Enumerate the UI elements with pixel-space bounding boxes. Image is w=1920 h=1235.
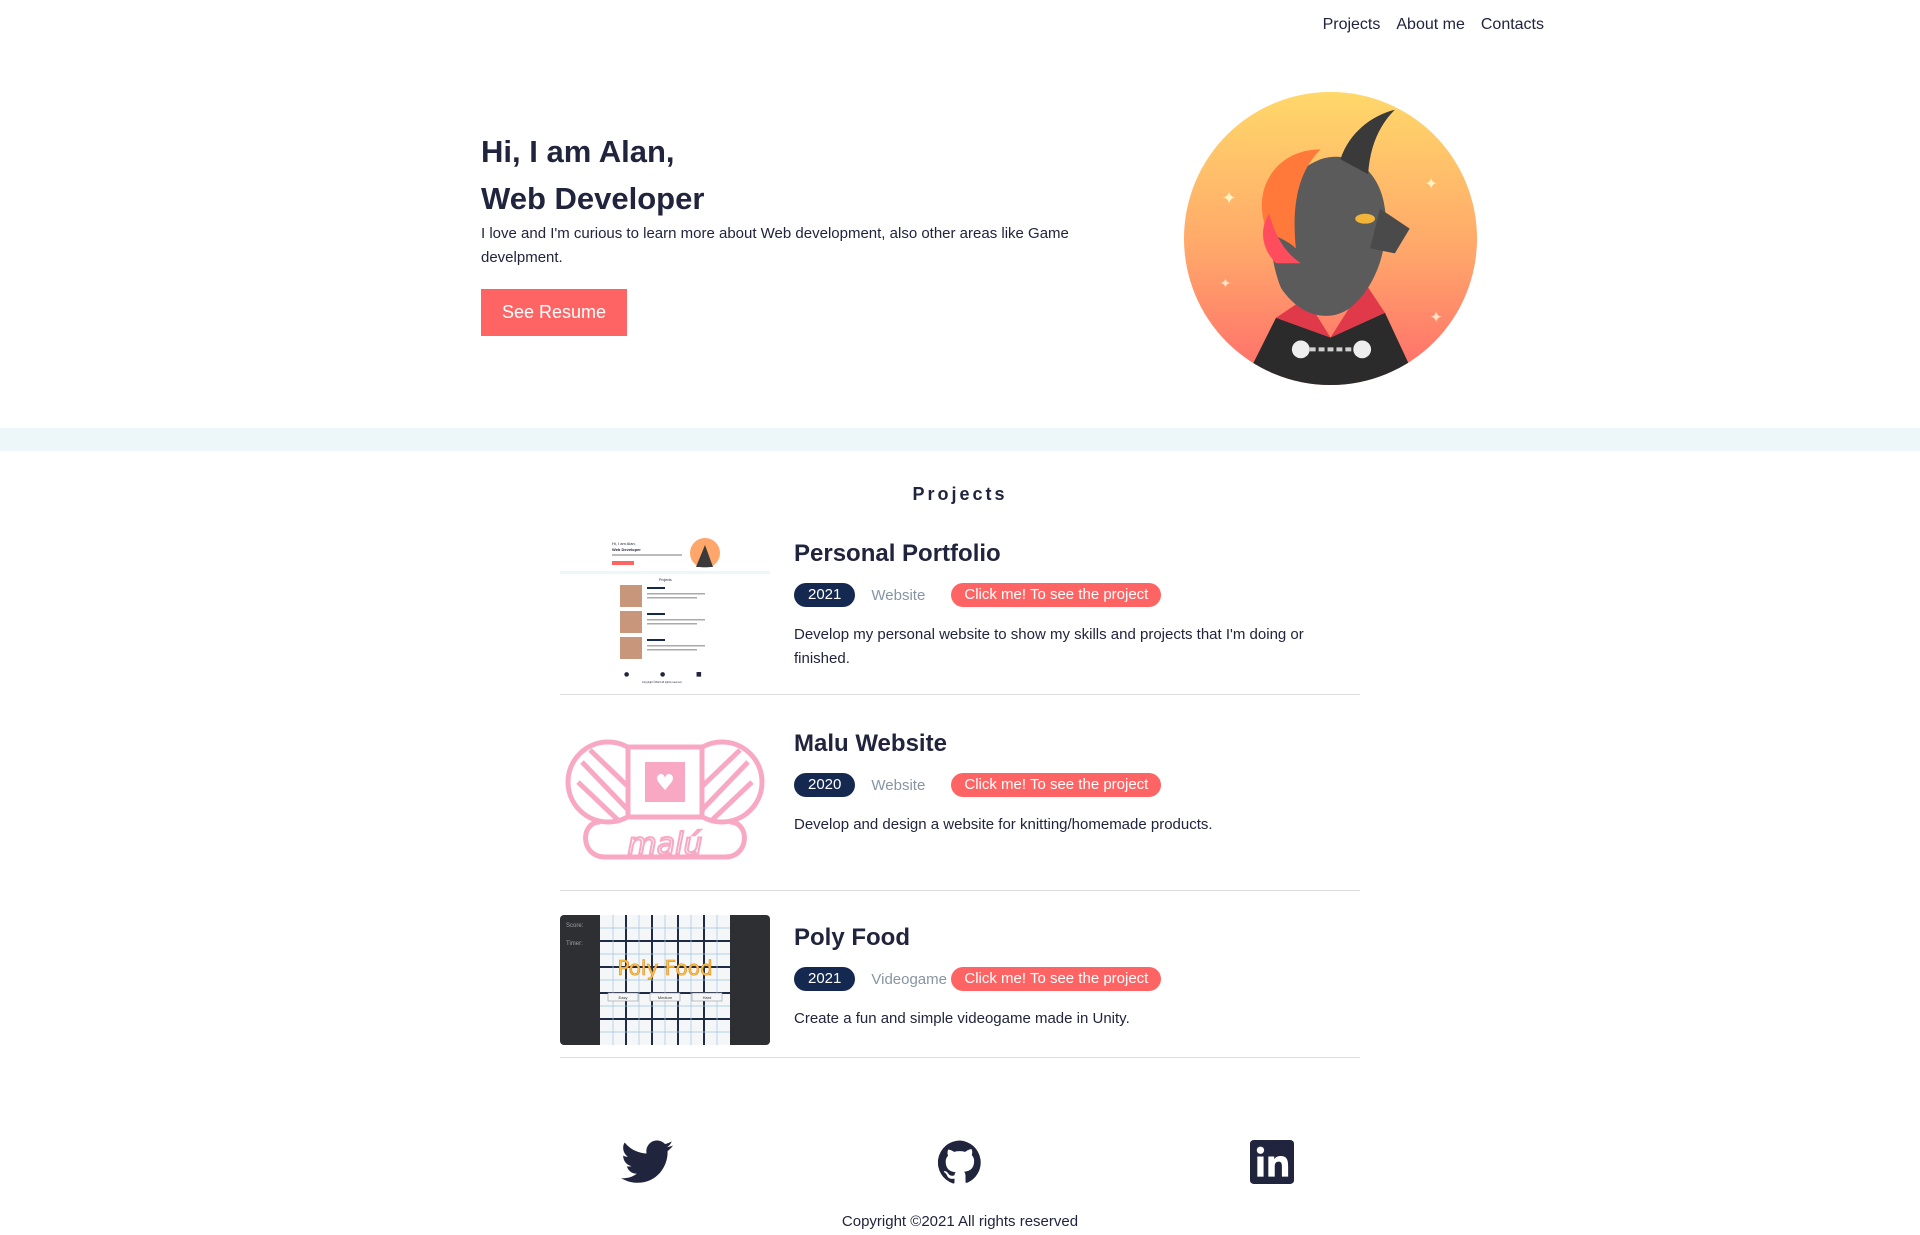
project-title: Personal Portfolio bbox=[794, 540, 1001, 567]
dragon-avatar-icon: ✦ ✦ ✦ ✦ bbox=[1183, 91, 1478, 386]
project-title: Poly Food bbox=[794, 924, 910, 951]
game-score-label: Score: bbox=[566, 923, 584, 929]
project-description: Develop my personal website to show my s… bbox=[794, 626, 1304, 667]
project-type: Website bbox=[871, 586, 926, 604]
game-hard-button: Hard bbox=[703, 995, 712, 1000]
game-easy-button: Easy bbox=[619, 995, 628, 1000]
hero-greeting: Hi, I am Alan, bbox=[481, 134, 675, 169]
svg-text:●: ● bbox=[660, 671, 665, 678]
project-thumbnail: Hi, I am Alan, Web Developer Projects ● … bbox=[560, 531, 770, 686]
project-meta: 2021 Videogame Click me! To see the proj… bbox=[794, 967, 1360, 991]
nav-contacts[interactable]: Contacts bbox=[1481, 16, 1544, 34]
poly-food-game-screenshot: Poly Food Easy Medium Hard Score: Timer: bbox=[560, 915, 770, 1045]
year-badge: 2021 bbox=[794, 967, 856, 991]
mini-hero-line1: Hi, I am Alan, bbox=[612, 541, 636, 546]
project-description: Create a fun and simple videogame made i… bbox=[794, 1010, 1130, 1027]
project-meta: 2021 Website Click me! To see the projec… bbox=[794, 583, 1360, 607]
game-logo-text: Poly Food bbox=[617, 956, 712, 980]
section-divider-band bbox=[0, 428, 1920, 451]
copyright-text: Copyright ©2021 All rights reserved bbox=[841, 1213, 1079, 1230]
project-card-malu-website: ♥ malú Malu Website 2020 Website Click m… bbox=[560, 695, 1360, 891]
svg-text:●: ● bbox=[624, 671, 629, 678]
see-project-button[interactable]: Click me! To see the project bbox=[951, 773, 1162, 797]
svg-text:♥: ♥ bbox=[655, 771, 675, 796]
game-medium-button: Medium bbox=[658, 995, 673, 1000]
svg-text:✦: ✦ bbox=[1222, 188, 1237, 209]
see-resume-button[interactable]: See Resume bbox=[481, 289, 627, 336]
project-info: Personal Portfolio 2021 Website Click me… bbox=[794, 539, 1360, 671]
hero-text: Hi, I am Alan, Web Developer I love and … bbox=[481, 128, 1141, 270]
mini-projects-heading: Projects bbox=[659, 578, 672, 582]
hero-role: Web Developer bbox=[481, 181, 705, 216]
project-card-poly-food: Poly Food Easy Medium Hard Score: Timer:… bbox=[560, 891, 1360, 1058]
game-timer-label: Timer: bbox=[566, 941, 583, 947]
portfolio-screenshot-thumb: Hi, I am Alan, Web Developer Projects ● … bbox=[560, 531, 770, 686]
project-meta: 2020 Website Click me! To see the projec… bbox=[794, 773, 1360, 797]
project-thumbnail: ♥ malú bbox=[560, 722, 770, 872]
project-card-personal-portfolio: Hi, I am Alan, Web Developer Projects ● … bbox=[560, 527, 1360, 695]
linkedin-icon[interactable] bbox=[1250, 1140, 1294, 1184]
github-icon[interactable] bbox=[938, 1140, 982, 1184]
project-title: Malu Website bbox=[794, 730, 947, 757]
malu-logo-icon: ♥ malú bbox=[565, 739, 765, 863]
project-type: Videogame bbox=[871, 970, 947, 988]
project-description: Develop and design a website for knittin… bbox=[794, 816, 1213, 833]
project-thumbnail: Poly Food Easy Medium Hard Score: Timer: bbox=[560, 915, 770, 1045]
project-info: Malu Website 2020 Website Click me! To s… bbox=[794, 729, 1360, 837]
year-badge: 2020 bbox=[794, 773, 856, 797]
project-info: Poly Food 2021 Videogame Click me! To se… bbox=[794, 923, 1360, 1031]
mini-copyright: Copyright ©2021 All rights reserved bbox=[642, 681, 682, 684]
year-badge: 2021 bbox=[794, 583, 856, 607]
mini-hero-line2: Web Developer bbox=[612, 547, 641, 552]
see-project-button[interactable]: Click me! To see the project bbox=[951, 967, 1162, 991]
malu-logo-text: malú bbox=[628, 827, 703, 862]
svg-text:✦: ✦ bbox=[1220, 276, 1232, 292]
see-project-button[interactable]: Click me! To see the project bbox=[951, 583, 1162, 607]
projects-heading: Projects bbox=[912, 484, 1008, 504]
svg-text:■: ■ bbox=[696, 671, 702, 678]
hero-description: I love and I'm curious to learn more abo… bbox=[481, 225, 1069, 266]
project-type: Website bbox=[871, 776, 926, 794]
top-nav: Projects About me Contacts bbox=[1323, 16, 1544, 34]
nav-projects[interactable]: Projects bbox=[1323, 16, 1381, 34]
twitter-icon[interactable] bbox=[621, 1140, 673, 1184]
svg-text:✦: ✦ bbox=[1430, 308, 1443, 327]
svg-text:✦: ✦ bbox=[1425, 174, 1438, 193]
nav-about-me[interactable]: About me bbox=[1396, 16, 1464, 34]
